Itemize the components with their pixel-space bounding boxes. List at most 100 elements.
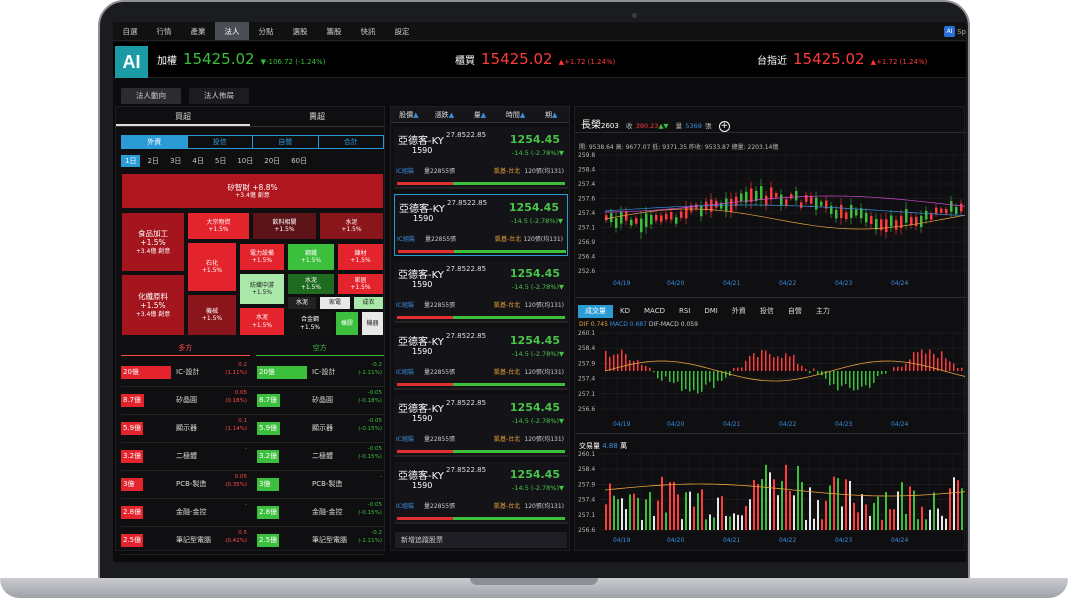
treemap-cell[interactable]: 水泥 +1.5% [239, 307, 285, 336]
watch-card[interactable]: 亞德客-KY 1590 1254.45 -14.5 (-2.78%)▼ IC組裝 量228… [394, 328, 568, 390]
cell-name: 合金鋼 [300, 316, 319, 323]
treemap-cell[interactable]: 橡膠 [335, 311, 359, 336]
ranking-row[interactable]: 3億 PCB-製造 0.05 (0.35%) 3億 PCB-製造 - [121, 471, 384, 499]
indicator-tab[interactable]: 成交量 [578, 305, 613, 318]
treemap-cell[interactable]: 水泥 +1.5% [287, 273, 335, 295]
ranking-row[interactable]: 3.2億 二極體 - 3.2億 二極體 -0.05 (-0.15%) [121, 443, 384, 471]
treemap-cell[interactable]: 飲料相關 +1.5% [252, 212, 317, 240]
treemap-cell[interactable]: 家電 [319, 296, 351, 310]
close-label: 收 [626, 122, 633, 130]
long-chg-pct: (1.14%) [225, 425, 247, 432]
cell-name: 鍊材 [354, 249, 367, 257]
day-option[interactable]: 60日 [287, 155, 311, 167]
menu-item[interactable]: 選股 [283, 22, 317, 40]
ranking-row[interactable]: 2.8億 金融-金控 - 2.8億 金融-金控 -0.05 (-0.15%) [121, 499, 384, 527]
segment-item[interactable]: 外資 [122, 136, 188, 148]
short-chg-pct: (-0.15%) [358, 453, 382, 460]
corner-button[interactable]: AI Sp [944, 26, 966, 37]
treemap-cell[interactable]: 合金鋼 +1.5% [287, 311, 333, 336]
indicator-tab[interactable]: 主力 [809, 305, 837, 318]
sort-header[interactable]: 時間▲ [498, 107, 534, 122]
treemap-cell[interactable]: 化纖原料 +1.5% +3.4億 創意 [121, 274, 185, 336]
tab-buy[interactable]: 買超 [116, 107, 250, 126]
treemap-cell[interactable]: 石化 +1.5% [187, 242, 237, 292]
menu-item[interactable]: 設定 [385, 22, 419, 40]
svg-text:04/21: 04/21 [723, 421, 740, 428]
treemap-cell[interactable]: 紡織中游 +1.5% [239, 273, 285, 305]
treemap-cell[interactable]: 水泥 [287, 296, 317, 310]
menu-item[interactable]: 分點 [249, 22, 283, 40]
short-chg-value: -0.05 [367, 502, 382, 508]
day-option[interactable]: 10日 [233, 155, 257, 167]
sort-header[interactable]: 量▲ [462, 107, 498, 122]
svg-text:257.4: 257.4 [578, 181, 595, 188]
tab-institutional-layout[interactable]: 法人佈局 [189, 88, 249, 104]
treemap-cell[interactable]: 電力設備 +1.5% [239, 243, 285, 271]
ranking-row[interactable]: 8.7億 矽晶圓 0.05 (0.18%) 8.7億 矽晶圓 -0.05 (-0.18%) [121, 387, 384, 415]
sort-header[interactable]: 漲跌▲ [427, 107, 463, 122]
treemap-cell[interactable]: 成衣 [353, 296, 384, 310]
svg-text:256.6: 256.6 [578, 527, 595, 534]
segment-item[interactable]: 投信 [188, 136, 253, 148]
day-option[interactable]: 4日 [188, 155, 207, 167]
segment-item[interactable]: 自營 [253, 136, 319, 148]
sort-header[interactable]: 股價▲ [391, 107, 427, 122]
svg-text:257.6: 257.6 [578, 196, 595, 203]
sort-header[interactable]: 期▲ [533, 107, 569, 122]
treemap-cell[interactable]: 機械 +1.5% [187, 294, 237, 336]
day-option[interactable]: 5日 [211, 155, 230, 167]
treemap-cell[interactable]: 食品加工 +1.5% +3.4億 創意 [121, 212, 185, 272]
menu-item[interactable]: 籌股 [317, 22, 351, 40]
long-chg-pct: (0.35%) [225, 481, 247, 488]
menu-item[interactable]: 自選 [113, 22, 147, 40]
cell-name: 化纖原料 [138, 291, 168, 301]
tab-sell[interactable]: 賣超 [250, 107, 384, 126]
add-icon[interactable]: + [718, 121, 730, 132]
treemap-cell[interactable]: 水泥 +1.5% [319, 212, 384, 240]
indicator-tab[interactable]: MACD [637, 305, 672, 318]
sell-ratio-bar [453, 383, 565, 386]
treemap-cell[interactable]: 家居 +1.5% [337, 273, 384, 295]
day-option[interactable]: 2日 [143, 155, 162, 167]
quote-taiex[interactable]: 加權 15425.02 ▼-106.72 (-1.24%) [157, 50, 325, 68]
short-sector: 金融-金控 [312, 508, 343, 516]
ranking-row[interactable]: 20億 IC-設計 0.2 (1.11%) 20億 IC-設計 -0.2 (-1.11%) [121, 359, 384, 387]
segment-item[interactable]: 合計 [319, 136, 384, 148]
treemap-cell[interactable]: 鍊材 +1.5% [337, 243, 384, 271]
ranking-row[interactable]: 5.9億 顯示器 0.1 (1.14%) 5.9億 顯示器 -0.05 (-0.15%) [121, 415, 384, 443]
indicator-tab[interactable]: KD [613, 305, 637, 318]
investor-segment: 外資 投信 自營 合計 [121, 135, 384, 149]
watch-card[interactable]: 亞德客-KY 1590 1254.45 -14.5 (-2.78%)▼ IC組裝 量228… [394, 395, 568, 457]
watch-card[interactable]: 亞德客-KY 1590 1254.45 -14.5 (-2.78%)▼ IC組裝 量228… [394, 194, 568, 256]
quote-futures[interactable]: 台指近 15425.02 ▲+1.72 (1.24%) [757, 50, 927, 68]
indicator-tab[interactable]: 自營 [781, 305, 809, 318]
ranking-row[interactable]: 2.5億 筆記型電腦 0.5 (0.42%) 2.5億 筆記型電腦 -0.2 (-1.11%) [121, 527, 384, 555]
menu-item[interactable]: 法人 [215, 22, 249, 40]
treemap-cell[interactable]: 大宗物資 +1.5% [187, 212, 250, 240]
treemap-cell[interactable]: 鋼鐵 +1.5% [287, 243, 335, 271]
indicator-tab[interactable]: RSI [672, 305, 697, 318]
menu-item[interactable]: 產業 [181, 22, 215, 40]
treemap-cell[interactable]: 機器 [361, 311, 384, 336]
indicator-tab[interactable]: DMI [697, 305, 725, 318]
cell-name: 石化 [205, 259, 218, 267]
tab-institutional-trend[interactable]: 法人動向 [121, 88, 181, 104]
short-bar: 3.2億 [257, 450, 279, 463]
day-option[interactable]: 20日 [260, 155, 284, 167]
menu-item[interactable]: 行情 [147, 22, 181, 40]
svg-text:256.6: 256.6 [578, 406, 595, 413]
treemap-cell[interactable]: 矽智財 +8.8% +3.4億 創意 [121, 173, 384, 209]
indicator-tab[interactable]: 外資 [725, 305, 753, 318]
watch-card[interactable]: 亞德客-KY 1590 1254.45 -14.5 (-2.78%)▼ IC組裝 量228… [394, 127, 568, 189]
svg-text:04/24: 04/24 [891, 280, 908, 287]
long-chg-value: 0.5 [238, 530, 247, 536]
short-chg-pct: (-1.11%) [358, 537, 382, 544]
menu-item[interactable]: 快訊 [351, 22, 385, 40]
indicator-tab[interactable]: 投信 [753, 305, 781, 318]
day-option[interactable]: 3日 [166, 155, 185, 167]
watch-card[interactable]: 亞德客-KY 1590 1254.45 -14.5 (-2.78%)▼ IC組裝 量228… [394, 261, 568, 323]
watch-card[interactable]: 亞德客-KY 1590 1254.45 -14.5 (-2.78%)▼ IC組裝 量228… [394, 462, 568, 524]
add-watch-button[interactable]: 新增追蹤股票 [395, 532, 567, 548]
quote-otc[interactable]: 櫃買 15425.02 ▲+1.72 (1.24%) [455, 50, 615, 68]
day-option[interactable]: 1日 [121, 155, 141, 167]
